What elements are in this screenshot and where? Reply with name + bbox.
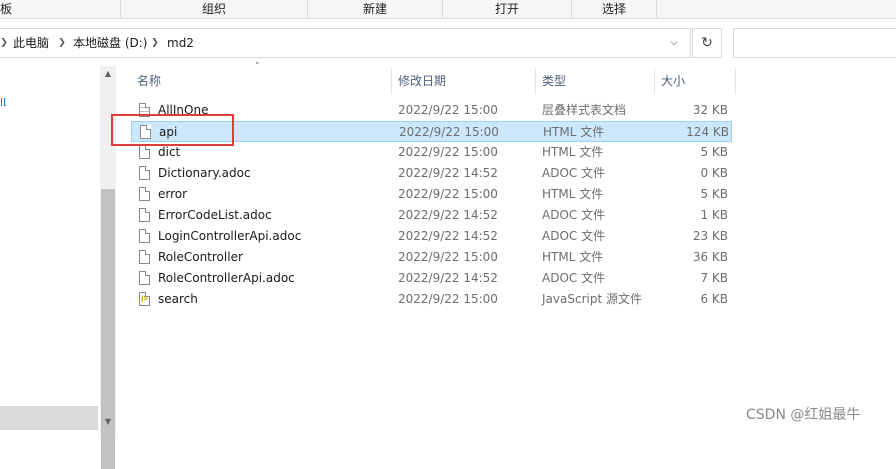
scroll-down-icon[interactable]: ▼ xyxy=(100,416,116,428)
file-date: 2022/9/22 15:00 xyxy=(398,103,498,117)
watermark: CSDN @红姐最牛 xyxy=(746,407,861,423)
column-divider[interactable] xyxy=(535,68,536,94)
file-name: RoleControllerApi.adoc xyxy=(158,271,295,285)
file-size: 23 KB xyxy=(692,229,728,243)
ribbon-group-clipboard[interactable]: 板 xyxy=(0,0,121,18)
file-icon xyxy=(139,166,150,180)
file-date: 2022/9/22 15:00 xyxy=(399,125,499,139)
column-header-date[interactable]: 修改日期 xyxy=(398,68,533,94)
file-size: 32 KB xyxy=(692,103,728,117)
file-type: HTML 文件 xyxy=(542,187,604,201)
file-size: 5 KB xyxy=(700,145,728,159)
chevron-right-icon[interactable]: ❯ xyxy=(57,37,67,49)
address-row: ❯ 此电脑 ❯ 本地磁盘 (D:) ❯ md2 ⌵ ↻ xyxy=(0,26,896,60)
column-header-name[interactable]: 名称 xyxy=(137,68,387,94)
chevron-down-icon[interactable]: ⌵ xyxy=(664,29,684,57)
column-header-size[interactable]: 大小 xyxy=(661,68,731,94)
file-date: 2022/9/22 14:52 xyxy=(398,166,498,180)
column-divider[interactable] xyxy=(654,68,655,94)
file-icon xyxy=(139,250,150,264)
file-type: 层叠样式表文档 xyxy=(542,103,627,117)
breadcrumb-this-pc[interactable]: 此电脑 xyxy=(13,29,49,57)
file-date: 2022/9/22 15:00 xyxy=(398,292,498,306)
file-name: RoleController xyxy=(158,250,243,264)
file-date: 2022/9/22 15:00 xyxy=(398,187,498,201)
file-date: 2022/9/22 14:52 xyxy=(398,208,498,222)
column-header-type[interactable]: 类型 xyxy=(542,68,652,94)
scroll-up-icon[interactable]: ▲ xyxy=(100,68,116,80)
file-date: 2022/9/22 15:00 xyxy=(398,250,498,264)
file-date: 2022/9/22 14:52 xyxy=(398,229,498,243)
refresh-button[interactable]: ↻ xyxy=(692,28,722,58)
file-type: JavaScript 源文件 xyxy=(542,292,642,306)
file-row[interactable]: Dictionary.adoc 2022/9/22 14:52 ADOC 文件 0 K… xyxy=(131,163,732,184)
file-icon xyxy=(139,229,150,243)
navigation-pane[interactable]: lL xyxy=(0,66,100,434)
chevron-right-icon[interactable]: ❯ xyxy=(150,37,160,49)
file-type: ADOC 文件 xyxy=(542,166,606,180)
file-type: HTML 文件 xyxy=(543,125,605,139)
column-divider[interactable] xyxy=(391,68,392,94)
ribbon-group-new[interactable]: 新建 xyxy=(308,0,443,18)
highlight-annotation xyxy=(111,114,234,146)
search-input[interactable] xyxy=(733,28,896,58)
file-icon xyxy=(139,271,150,285)
ribbon: 板 组织 新建 打开 选择 xyxy=(0,0,896,19)
file-name: error xyxy=(158,187,188,201)
file-icon xyxy=(139,145,150,159)
js-file-icon: JS xyxy=(139,292,150,306)
file-icon xyxy=(139,187,150,201)
file-row[interactable]: LoginControllerApi.adoc 2022/9/22 14:52 AD… xyxy=(131,226,732,247)
file-type: ADOC 文件 xyxy=(542,271,606,285)
file-date: 2022/9/22 14:52 xyxy=(398,271,498,285)
file-row[interactable]: RoleControllerApi.adoc 2022/9/22 14:52 ADO… xyxy=(131,268,732,289)
breadcrumb-local-disk[interactable]: 本地磁盘 (D:) xyxy=(73,29,147,57)
nav-item-selected[interactable] xyxy=(0,406,98,430)
file-name: search xyxy=(158,292,198,306)
file-size: 5 KB xyxy=(700,187,728,201)
file-row[interactable]: JS search 2022/9/22 15:00 JavaScript 源文件 6 K… xyxy=(131,289,732,310)
file-date: 2022/9/22 15:00 xyxy=(398,145,498,159)
file-size: 7 KB xyxy=(700,271,728,285)
address-bar[interactable]: ❯ 此电脑 ❯ 本地磁盘 (D:) ❯ md2 ⌵ xyxy=(0,28,691,58)
file-row[interactable]: error 2022/9/22 15:00 HTML 文件 5 KB xyxy=(131,184,732,205)
file-type: ADOC 文件 xyxy=(542,208,606,222)
file-size: 0 KB xyxy=(700,166,728,180)
file-name: ErrorCodeList.adoc xyxy=(158,208,272,222)
chevron-right-icon[interactable]: ❯ xyxy=(0,37,9,49)
file-icon xyxy=(139,208,150,222)
file-row[interactable]: ErrorCodeList.adoc 2022/9/22 14:52 ADOC 文件… xyxy=(131,205,732,226)
ribbon-group-select[interactable]: 选择 xyxy=(572,0,657,18)
ribbon-group-organize[interactable]: 组织 xyxy=(121,0,308,18)
file-type: ADOC 文件 xyxy=(542,229,606,243)
breadcrumb-md2[interactable]: md2 xyxy=(167,29,194,57)
file-name: LoginControllerApi.adoc xyxy=(158,229,302,243)
file-row[interactable]: RoleController 2022/9/22 15:00 HTML 文件 36 K… xyxy=(131,247,732,268)
file-size: 1 KB xyxy=(700,208,728,222)
file-type: HTML 文件 xyxy=(542,250,604,264)
nav-item-fragment[interactable]: lL xyxy=(0,96,6,109)
refresh-icon: ↻ xyxy=(701,35,713,51)
file-size: 124 KB xyxy=(686,125,729,139)
file-size: 36 KB xyxy=(692,250,728,264)
column-divider[interactable] xyxy=(735,68,736,94)
file-type: HTML 文件 xyxy=(542,145,604,159)
file-size: 6 KB xyxy=(700,292,728,306)
file-name: Dictionary.adoc xyxy=(158,166,251,180)
ribbon-group-open[interactable]: 打开 xyxy=(443,0,572,18)
